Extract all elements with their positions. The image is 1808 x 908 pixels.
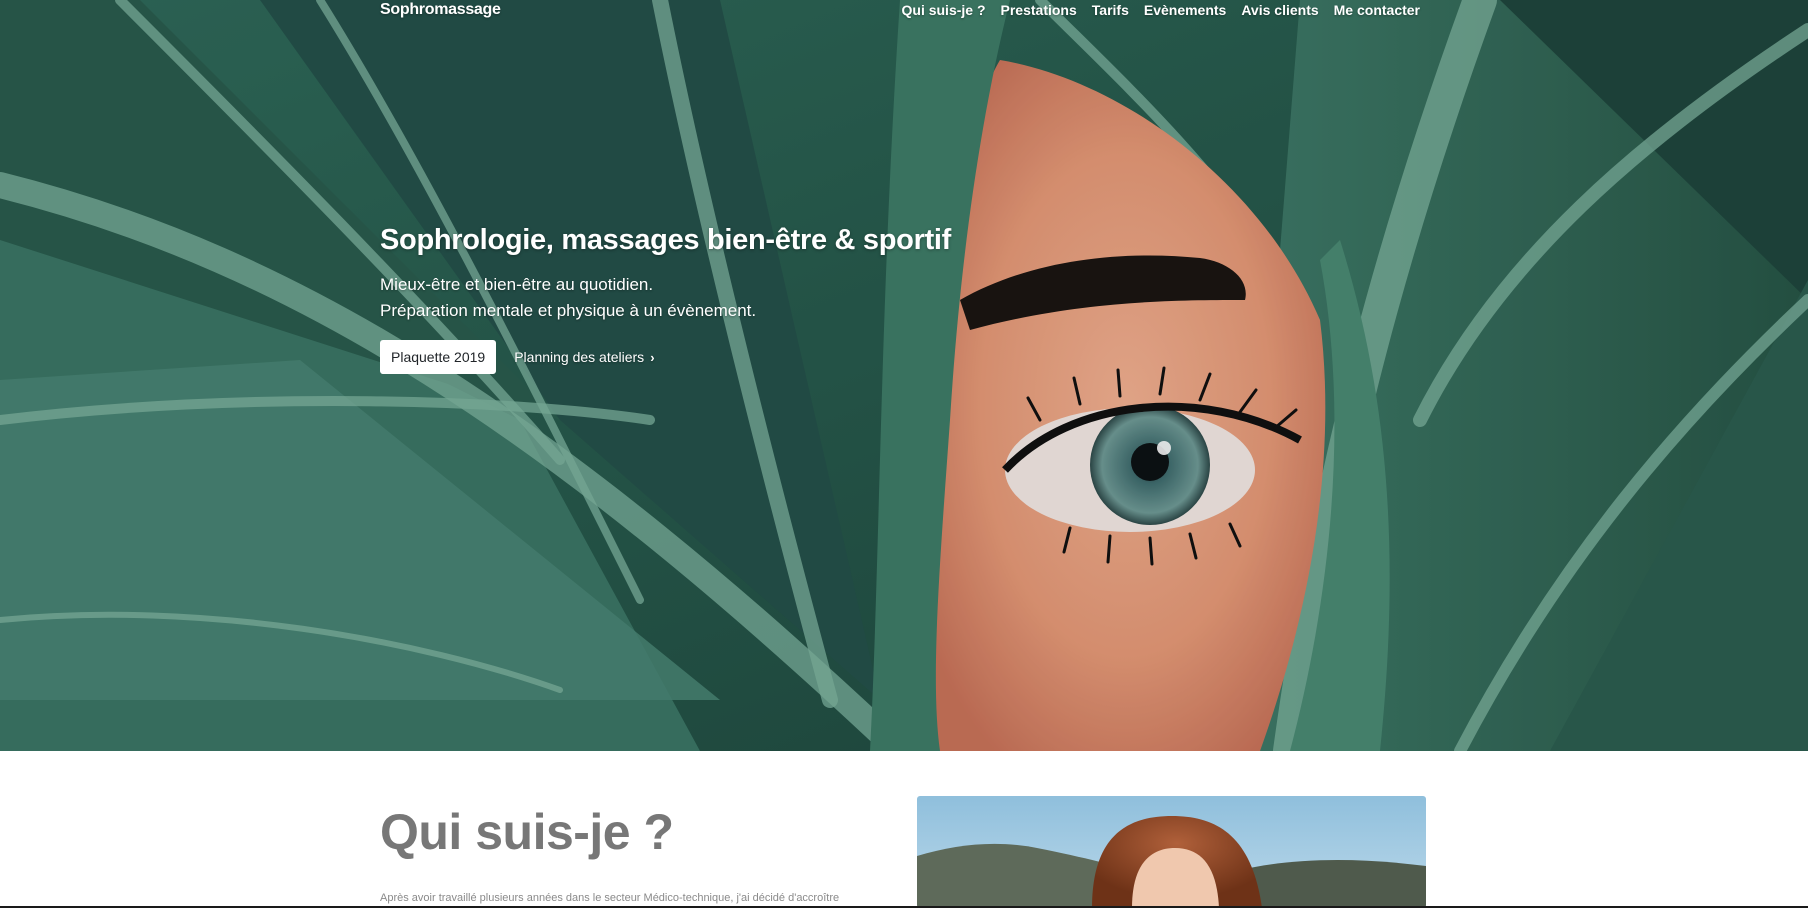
brand-logo-link[interactable]: Sophromassage (380, 1, 501, 19)
hero-lead-line-1: Mieux-être et bien-être au quotidien. (380, 275, 654, 294)
hero-overlay (0, 0, 1808, 751)
plaquette-button[interactable]: Plaquette 2019 (380, 340, 497, 374)
planning-ateliers-link[interactable]: Planning des ateliers › (514, 349, 654, 365)
hero-content: Sophrologie, massages bien-être & sporti… (380, 224, 1080, 374)
hero-title: Sophrologie, massages bien-être & sporti… (380, 224, 952, 256)
hero-section: Sophromassage Qui suis-je ? Prestations … (0, 0, 1808, 751)
about-section: Qui suis-je ? Après avoir travaillé plus… (0, 751, 1808, 908)
chevron-right-icon: › (650, 349, 655, 365)
hero-lead: Mieux-être et bien-être au quotidien. Pr… (380, 272, 1080, 324)
nav-link-me-contacter[interactable]: Me contacter (1334, 2, 1420, 18)
nav-link-qui-suis-je[interactable]: Qui suis-je ? (902, 2, 986, 18)
nav-link-tarifs[interactable]: Tarifs (1092, 2, 1129, 18)
nav-links: Qui suis-je ? Prestations Tarifs Evèneme… (902, 2, 1421, 18)
nav-link-avis-clients[interactable]: Avis clients (1241, 2, 1318, 18)
about-photo (917, 796, 1426, 908)
hero-actions: Plaquette 2019 Planning des ateliers › (380, 340, 1080, 374)
hero-lead-line-2: Préparation mentale et physique à un évè… (380, 301, 757, 320)
nav-link-prestations[interactable]: Prestations (1001, 2, 1077, 18)
about-title: Qui suis-je ? (380, 804, 674, 860)
page: Sophromassage Qui suis-je ? Prestations … (0, 0, 1808, 908)
portrait-image (917, 796, 1426, 908)
planning-ateliers-label: Planning des ateliers (514, 349, 645, 365)
nav-link-evenements[interactable]: Evènements (1144, 2, 1226, 18)
about-text: Après avoir travaillé plusieurs années d… (380, 892, 840, 904)
navbar: Sophromassage Qui suis-je ? Prestations … (380, 0, 1420, 20)
